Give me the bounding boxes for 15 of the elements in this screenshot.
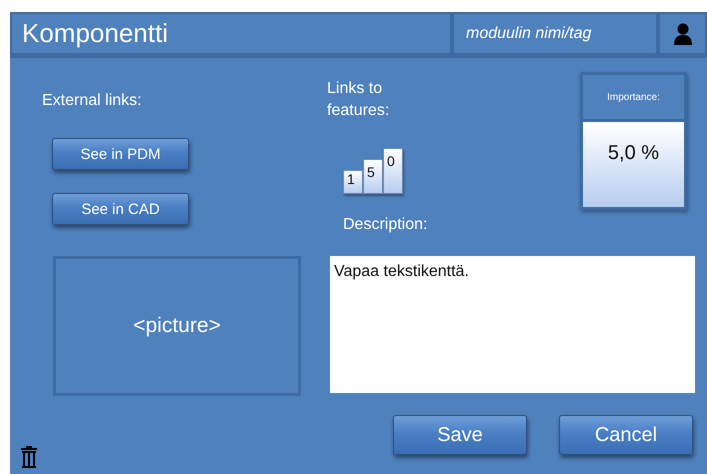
importance-value: 5,0 % (583, 122, 684, 207)
description-field[interactable]: Vapaa tekstikenttä. (330, 256, 695, 393)
cancel-button[interactable]: Cancel (559, 415, 693, 455)
save-button[interactable]: Save (393, 415, 527, 455)
pdm-button[interactable]: See in PDM (52, 138, 189, 170)
description-label: Description: (343, 216, 428, 234)
user-icon[interactable] (672, 22, 692, 44)
external-links-label: External links: (42, 92, 143, 110)
features-label: Links to features: (327, 79, 390, 121)
feature-count-drawing: 1 5 0 (343, 136, 580, 194)
trash-icon[interactable] (20, 446, 38, 468)
cad-button[interactable]: See in CAD (52, 193, 189, 225)
picture-frame: <picture> (53, 256, 301, 396)
module-tag: moduulin nimi/tag (452, 12, 658, 55)
window-title: Komponentti (10, 12, 452, 55)
